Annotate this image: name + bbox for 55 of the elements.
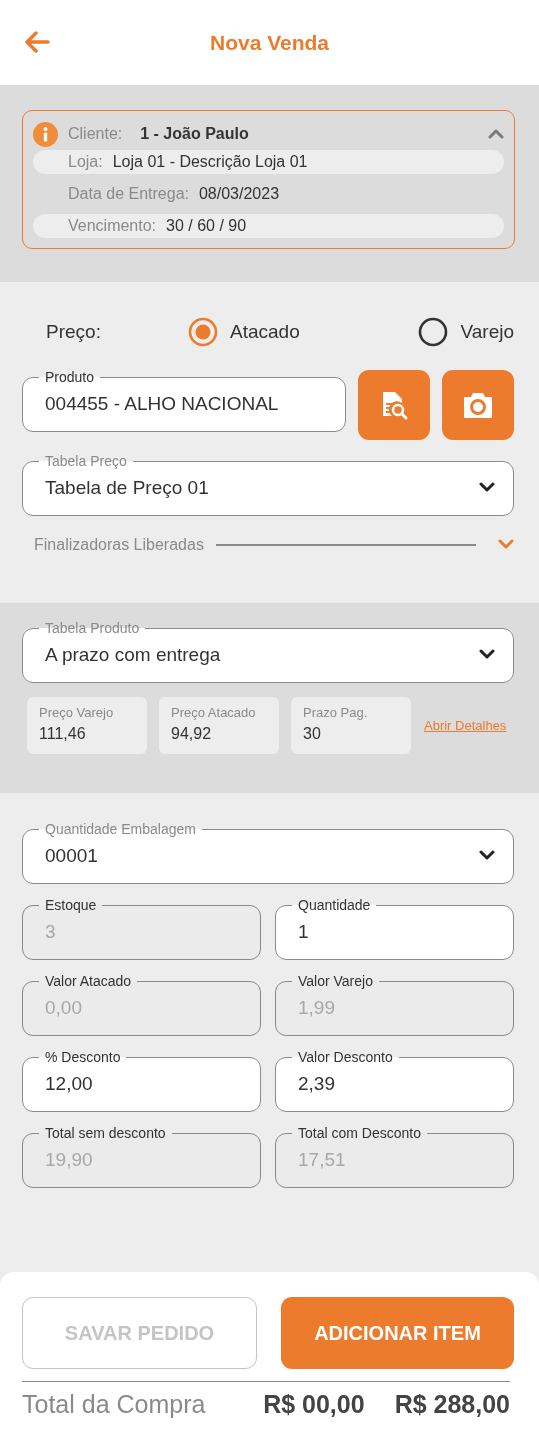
input-field: Total com Desconto 17,51 [275,1126,514,1188]
chip-label: Preço Atacado [171,705,257,720]
chevron-down-icon[interactable] [479,649,495,660]
section-label: Finalizadoras Liberadas [34,536,204,554]
info-value: 08/03/2023 [198,185,280,203]
select-field[interactable]: Tabela Produto A prazo com entrega [22,621,514,683]
input-field[interactable]: Quantidade 1 [275,898,514,960]
field-label: Total sem desconto [44,1126,167,1140]
chip-value: 30 [303,725,322,743]
info-label: Data de Entrega: [68,185,189,203]
field-label: Estoque [44,898,98,912]
back-arrow-icon[interactable] [24,31,50,53]
search-document-button[interactable] [358,370,430,440]
info-icon [33,121,58,147]
total-label: Total da Compra [22,1390,207,1419]
field-label: Valor Desconto [297,1050,394,1064]
input-field[interactable]: Valor Desconto 2,39 [275,1050,514,1112]
field-label: Produto [44,370,96,384]
field-label: Tabela Preço [44,454,128,468]
input-field: Total sem desconto 19,90 [22,1126,261,1188]
input-field[interactable]: Produto 004455 - ALHO NACIONAL [22,370,346,432]
field-label: Valor Varejo [297,974,374,988]
chevron-down-icon[interactable] [479,850,495,861]
select-field[interactable]: Tabela Preço Tabela de Preço 01 [22,454,514,516]
input-field: Valor Varejo 1,99 [275,974,514,1036]
chevron-up-icon[interactable] [488,128,504,139]
chip-label: Prazo Pag. [303,705,369,720]
price-label: Preço: [46,321,102,343]
camera-icon [462,391,494,419]
field-label: Valor Atacado [44,974,133,988]
chip-value: 111,46 [39,725,87,743]
chevron-down-icon[interactable] [479,482,495,493]
info-value: Loja 01 - Descrição Loja 01 [112,153,308,171]
client-label: Cliente: [68,125,123,143]
input-field[interactable]: % Desconto 12,00 [22,1050,261,1112]
field-label: Tabela Produto [44,621,141,635]
total-value: R$ 288,00 [394,1390,510,1419]
field-label: Quantidade [297,898,372,912]
input-field: Valor Atacado 0,00 [22,974,261,1036]
field-label: Total com Desconto [297,1126,422,1140]
page-title: Nova Venda [209,30,330,55]
info-label: Vencimento: [68,217,157,235]
select-field[interactable]: Quantidade Embalagem 00001 [22,822,514,884]
chip-label: Preço Varejo [39,705,115,720]
radio-option[interactable]: Varejo [418,317,514,347]
info-label: Loja: [68,153,103,171]
info-value: 30 / 60 / 90 [166,217,247,235]
field-label: Quantidade Embalagem [44,822,197,836]
camera-button[interactable] [442,370,514,440]
client-name: 1 - João Paulo [140,125,250,143]
radio-option[interactable]: Atacado [188,317,300,347]
total-value: R$ 00,00 [263,1390,365,1419]
input-field: Estoque 3 [22,898,261,960]
field-label: % Desconto [44,1050,122,1064]
chip-value: 94,92 [171,725,213,743]
